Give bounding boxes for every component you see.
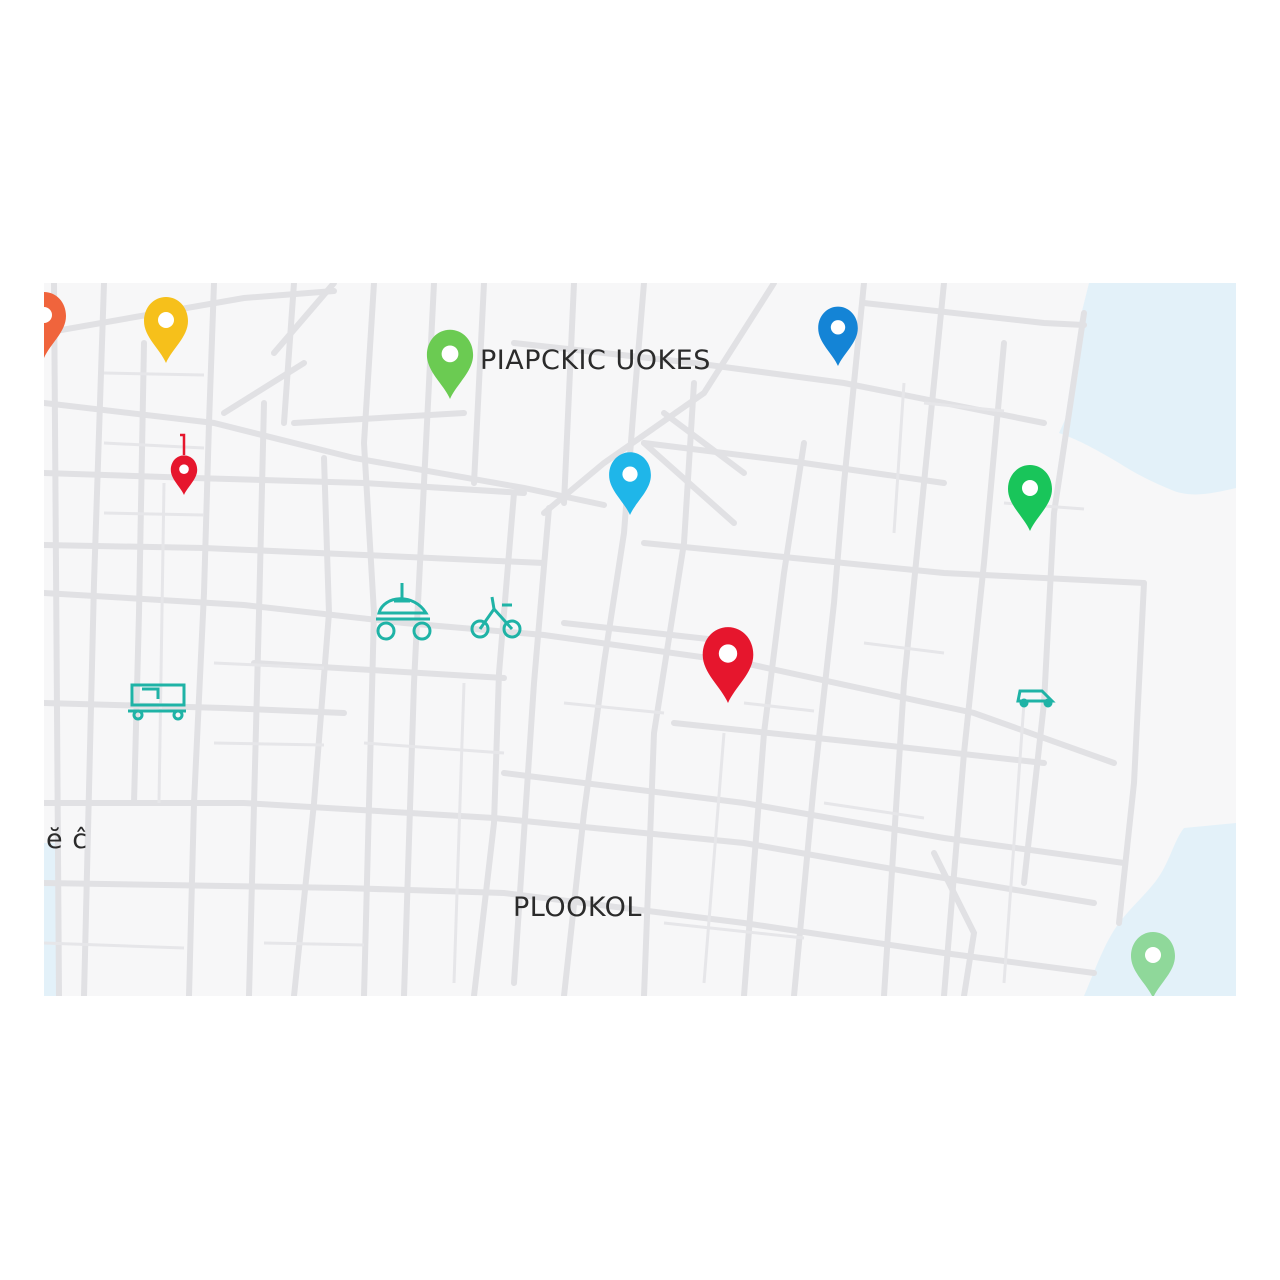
cyan-pin[interactable] [609, 452, 651, 515]
map-pin-icon [426, 329, 474, 399]
pin-center-dot [441, 345, 459, 363]
map-label-district-top: PIAPCKIC UOKES [480, 345, 711, 376]
map-pin-icon [818, 306, 858, 366]
road-network [44, 283, 1147, 996]
pin-center-dot [1022, 480, 1038, 496]
map-label-edge-fragment: ĕ ĉ [46, 824, 88, 855]
green-pin[interactable] [426, 329, 474, 399]
pin-center-dot [830, 320, 846, 335]
carriage-icon[interactable] [376, 583, 432, 641]
map-pin-icon [170, 455, 198, 495]
pin-center-dot [1145, 947, 1161, 963]
dark-green-pin[interactable] [1008, 465, 1052, 531]
map-pin-icon [702, 627, 754, 703]
map-canvas[interactable]: PIAPCKIC UOKES PLOOKOL ĕ ĉ [44, 283, 1236, 996]
yellow-pin[interactable] [144, 297, 188, 363]
pin-center-dot [622, 466, 638, 482]
pin-center-dot [718, 644, 738, 663]
map-pin-icon [609, 452, 651, 515]
red-small-pin[interactable] [170, 455, 198, 495]
map-svg[interactable]: PIAPCKIC UOKES PLOOKOL ĕ ĉ [44, 283, 1236, 996]
pin-center-dot [179, 464, 189, 474]
water-body-left [44, 843, 56, 996]
red-pin[interactable] [702, 627, 754, 703]
pin-center-dot [158, 312, 174, 328]
pin-stem [180, 433, 186, 455]
map-label-district-bottom: PLOOKOL [513, 892, 642, 923]
map-pin-icon [1008, 465, 1052, 531]
blue-pin[interactable] [818, 306, 858, 366]
map-pin-icon [144, 297, 188, 363]
